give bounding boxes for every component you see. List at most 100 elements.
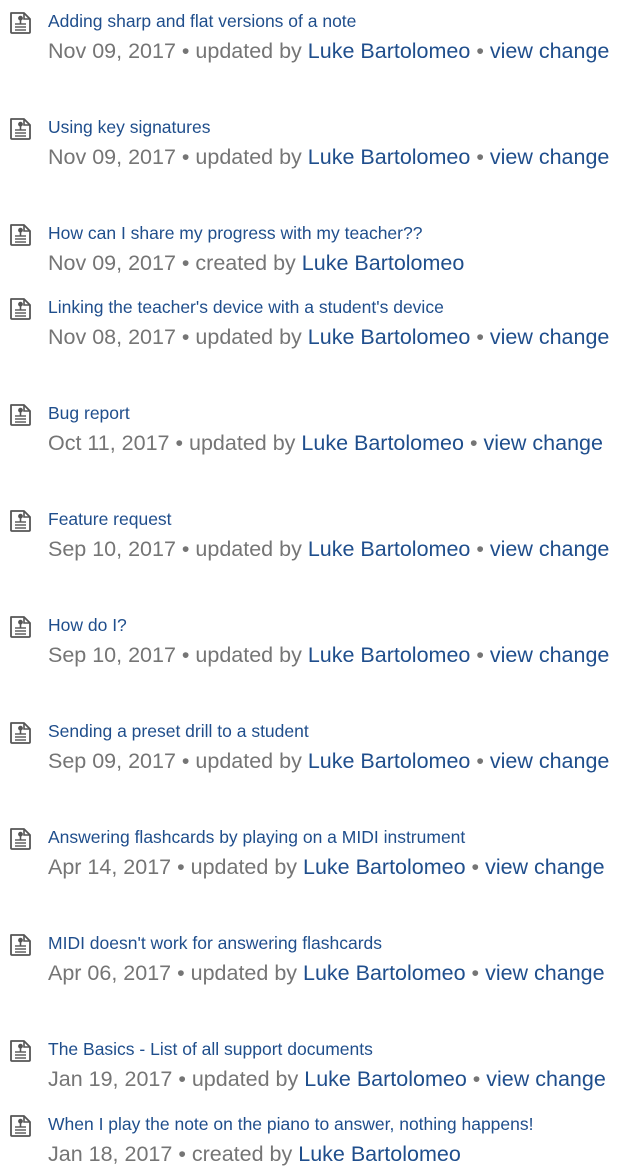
date-label: Sep 10, 2017 (48, 643, 176, 667)
date-label: Sep 09, 2017 (48, 749, 176, 773)
user-link[interactable]: Luke Bartolomeo (308, 749, 471, 773)
separator-dot: • (476, 749, 484, 773)
document-icon (10, 298, 31, 320)
separator-dot: • (181, 643, 190, 667)
user-link[interactable]: Luke Bartolomeo (298, 1142, 461, 1166)
document-icon (10, 934, 31, 956)
view-change-link[interactable]: view change (486, 1067, 606, 1091)
user-link[interactable]: Luke Bartolomeo (301, 431, 464, 455)
action-label: updated by (195, 325, 302, 349)
separator-dot: • (177, 961, 185, 985)
page-title-link[interactable]: MIDI doesn't work for answering flashcar… (48, 932, 382, 954)
page-title-link[interactable]: Sending a preset drill to a student (48, 720, 309, 742)
date-label: Sep 10, 2017 (48, 537, 176, 561)
user-link[interactable]: Luke Bartolomeo (308, 325, 471, 349)
separator-dot: • (181, 251, 190, 275)
page-title-link[interactable]: When I play the note on the piano to ans… (48, 1113, 534, 1135)
user-link[interactable]: Luke Bartolomeo (308, 537, 471, 561)
date-label: Nov 09, 2017 (48, 39, 176, 63)
separator-dot: • (476, 39, 484, 63)
user-link[interactable]: Luke Bartolomeo (308, 643, 471, 667)
separator-dot: • (177, 855, 185, 879)
page-meta: Jan 19, 2017 • updated by Luke Bartolome… (48, 1063, 623, 1095)
document-icon (10, 616, 31, 638)
view-change-link[interactable]: view change (490, 643, 610, 667)
date-label: Oct 11, 2017 (48, 431, 170, 455)
view-change-link[interactable]: view change (485, 855, 605, 879)
action-label: created by (191, 1142, 293, 1166)
action-label: updated by (195, 749, 302, 773)
user-link[interactable]: Luke Bartolomeo (302, 251, 465, 275)
page-meta: Sep 10, 2017 • updated by Luke Bartolome… (48, 533, 623, 565)
separator-dot: • (469, 431, 478, 455)
user-link[interactable]: Luke Bartolomeo (308, 39, 471, 63)
action-label: updated by (195, 643, 302, 667)
document-icon (10, 224, 31, 246)
view-change-link[interactable]: view change (490, 145, 610, 169)
action-label: updated by (191, 1067, 299, 1091)
page-meta: Nov 08, 2017 • updated by Luke Bartolome… (48, 321, 623, 353)
page-title-link[interactable]: Feature request (48, 508, 172, 530)
page-meta: Jan 18, 2017 • created by Luke Bartolome… (48, 1138, 623, 1170)
separator-dot: • (476, 145, 484, 169)
separator-dot: • (175, 431, 184, 455)
separator-dot: • (178, 1067, 186, 1091)
page-meta: Apr 14, 2017 • updated by Luke Bartolome… (48, 851, 623, 883)
date-label: Jan 19, 2017 (48, 1067, 173, 1091)
separator-dot: • (181, 145, 190, 169)
document-icon (10, 1040, 31, 1062)
date-label: Apr 06, 2017 (48, 961, 172, 985)
document-icon (10, 510, 31, 532)
separator-dot: • (476, 325, 484, 349)
page-title-link[interactable]: Answering flashcards by playing on a MID… (48, 826, 465, 848)
separator-dot: • (181, 537, 190, 561)
view-change-link[interactable]: view change (485, 961, 605, 985)
action-label: updated by (190, 855, 298, 879)
view-change-link[interactable]: view change (483, 431, 603, 455)
page-meta: Sep 09, 2017 • updated by Luke Bartolome… (48, 745, 623, 777)
date-label: Apr 14, 2017 (48, 855, 172, 879)
page-meta: Sep 10, 2017 • updated by Luke Bartolome… (48, 639, 623, 671)
separator-dot: • (471, 961, 480, 985)
separator-dot: • (476, 537, 484, 561)
user-link[interactable]: Luke Bartolomeo (304, 1067, 467, 1091)
page-title-link[interactable]: The Basics - List of all support documen… (48, 1038, 373, 1060)
page-title-link[interactable]: Bug report (48, 402, 130, 424)
page-title-link[interactable]: How do I? (48, 614, 127, 636)
view-change-link[interactable]: view change (490, 39, 610, 63)
action-label: updated by (189, 431, 296, 455)
document-icon (10, 12, 31, 34)
view-change-link[interactable]: view change (490, 325, 610, 349)
separator-dot: • (471, 855, 480, 879)
date-label: Nov 09, 2017 (48, 251, 176, 275)
user-link[interactable]: Luke Bartolomeo (308, 145, 471, 169)
page-meta: Nov 09, 2017 • updated by Luke Bartolome… (48, 35, 623, 67)
date-label: Jan 18, 2017 (48, 1142, 173, 1166)
page-meta: Nov 09, 2017 • created by Luke Bartolome… (48, 247, 623, 279)
page-title-link[interactable]: Adding sharp and flat versions of a note (48, 10, 356, 32)
document-icon (10, 828, 31, 850)
separator-dot: • (181, 39, 190, 63)
page-title-link[interactable]: How can I share my progress with my teac… (48, 222, 422, 244)
date-label: Nov 09, 2017 (48, 145, 176, 169)
action-label: updated by (195, 145, 302, 169)
view-change-link[interactable]: view change (490, 537, 610, 561)
page-meta: Oct 11, 2017 • updated by Luke Bartolome… (48, 427, 623, 459)
action-label: updated by (195, 39, 302, 63)
user-link[interactable]: Luke Bartolomeo (303, 961, 466, 985)
document-icon (10, 1115, 31, 1137)
page-meta: Apr 06, 2017 • updated by Luke Bartolome… (48, 957, 623, 989)
action-label: created by (195, 251, 296, 275)
separator-dot: • (181, 325, 190, 349)
view-change-link[interactable]: view change (490, 749, 610, 773)
document-icon (10, 404, 31, 426)
document-icon (10, 118, 31, 140)
document-icon (10, 722, 31, 744)
page-meta: Nov 09, 2017 • updated by Luke Bartolome… (48, 141, 623, 173)
page-title-link[interactable]: Using key signatures (48, 116, 210, 138)
action-label: updated by (190, 961, 298, 985)
page-title-link[interactable]: Linking the teacher's device with a stud… (48, 296, 444, 318)
user-link[interactable]: Luke Bartolomeo (303, 855, 466, 879)
date-label: Nov 08, 2017 (48, 325, 176, 349)
separator-dot: • (472, 1067, 481, 1091)
